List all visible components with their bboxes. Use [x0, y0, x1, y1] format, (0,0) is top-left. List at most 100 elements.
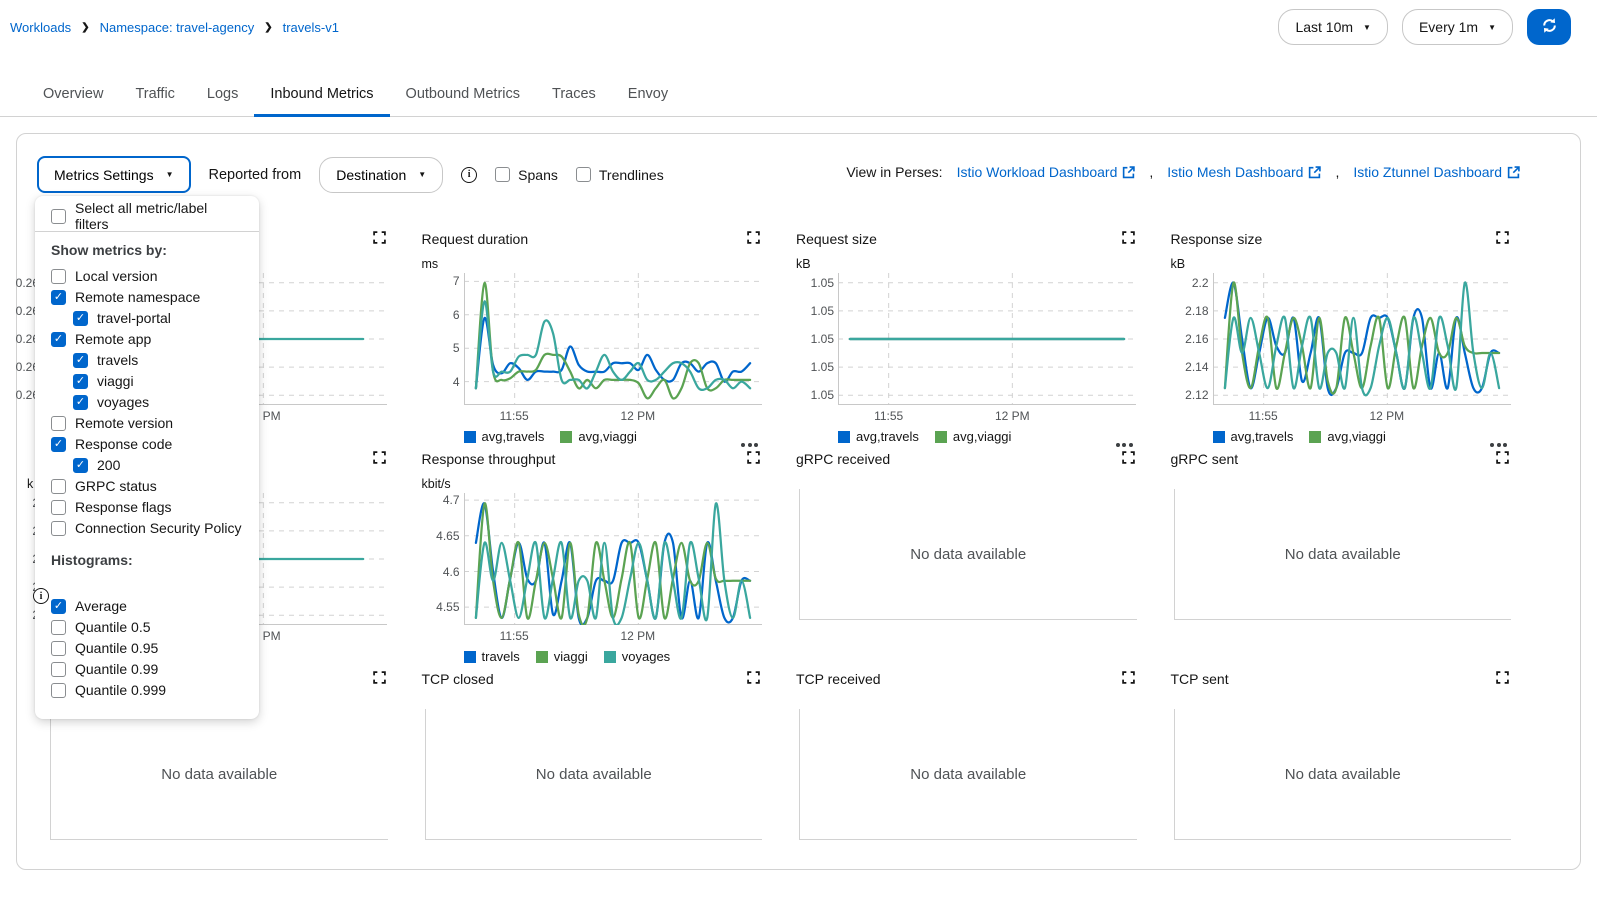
metrics-toolbar: Metrics Settings ▼ Reported from Destina…: [37, 156, 664, 193]
expand-icon[interactable]: [1496, 671, 1509, 689]
expand-icon[interactable]: [1122, 671, 1135, 689]
breadcrumb-link[interactable]: Namespace: travel-agency: [100, 20, 255, 35]
legend-overflow-kebab[interactable]: [741, 443, 758, 447]
checkbox-unchecked: [495, 167, 510, 182]
chart-panel-grpc-received: gRPC receivedNo data available: [796, 449, 1137, 669]
breadcrumb-link[interactable]: Workloads: [10, 20, 71, 35]
expand-icon[interactable]: [373, 231, 386, 249]
breadcrumb-link[interactable]: travels-v1: [283, 20, 339, 35]
view-in-perses: View in Perses: Istio Workload Dashboard…: [846, 164, 1520, 180]
separator: ,: [1149, 164, 1153, 180]
legend-overflow-kebab[interactable]: [1490, 443, 1507, 447]
checkbox-checked: ✓: [51, 290, 66, 305]
duration-dropdown[interactable]: Last 10m ▼: [1278, 9, 1388, 45]
legend-label: avg,viaggi: [1327, 429, 1386, 444]
menu-item-connection-security-policy[interactable]: Connection Security Policy: [35, 520, 259, 536]
plot-area: 765411:5512 PM: [422, 273, 763, 423]
legend-item-avg-travels[interactable]: avg,travels: [838, 429, 919, 444]
expand-icon[interactable]: [1496, 451, 1509, 469]
y-tick-label: 4.65: [436, 529, 459, 543]
legend-item-avg-viaggi[interactable]: avg,viaggi: [560, 429, 637, 444]
menu-item-response-flags[interactable]: Response flags: [35, 499, 259, 515]
refresh-button[interactable]: [1527, 9, 1571, 45]
metrics-settings-dropdown[interactable]: Metrics Settings ▼: [37, 156, 191, 193]
menu-item-voyages[interactable]: ✓voyages: [35, 394, 259, 410]
expand-icon[interactable]: [373, 451, 386, 469]
reporter-dropdown[interactable]: Destination ▼: [319, 157, 443, 193]
chart-title: TCP sent: [1171, 671, 1229, 687]
breadcrumb: Workloads❯Namespace: travel-agency❯trave…: [10, 20, 339, 35]
checkbox-unchecked: [51, 479, 66, 494]
expand-icon[interactable]: [373, 671, 386, 689]
checkbox-checked: ✓: [73, 458, 88, 473]
menu-item-label: Quantile 0.999: [75, 682, 166, 698]
perses-dashboard-link[interactable]: Istio Mesh Dashboard: [1167, 164, 1321, 180]
info-icon[interactable]: i: [461, 167, 477, 183]
checkbox-unchecked: [51, 209, 66, 224]
menu-item-quantile-0-95[interactable]: Quantile 0.95: [35, 640, 259, 656]
menu-item-local-version[interactable]: Local version: [35, 268, 259, 284]
menu-item-viaggi[interactable]: ✓viaggi: [35, 373, 259, 389]
menu-item-label: Remote app: [75, 331, 151, 347]
menu-item-remote-app[interactable]: ✓ Remote app: [35, 331, 259, 347]
no-data-message: No data available: [536, 766, 652, 783]
legend-item-avg-viaggi[interactable]: avg,viaggi: [935, 429, 1012, 444]
expand-icon[interactable]: [747, 231, 760, 249]
menu-item-label: Select all metric/label filters: [75, 200, 243, 232]
tab-inbound-metrics[interactable]: Inbound Metrics: [254, 78, 389, 116]
expand-icon[interactable]: [1496, 231, 1509, 249]
menu-item-travel-portal[interactable]: ✓travel-portal: [35, 310, 259, 326]
no-data-message: No data available: [161, 766, 277, 783]
chevron-down-icon: ▼: [1488, 23, 1496, 32]
breadcrumb-chevron-icon: ❯: [264, 22, 272, 33]
expand-icon[interactable]: [747, 671, 760, 689]
menu-item-remote-version[interactable]: Remote version: [35, 415, 259, 431]
tab-logs[interactable]: Logs: [191, 78, 254, 116]
checkbox-checked: ✓: [51, 332, 66, 347]
chevron-down-icon: ▼: [1363, 23, 1371, 32]
legend-item-avg-travels[interactable]: avg,travels: [1213, 429, 1294, 444]
tab-overview[interactable]: Overview: [27, 78, 119, 116]
chart-title: Response throughput: [422, 451, 556, 467]
refresh-interval-dropdown[interactable]: Every 1m ▼: [1402, 9, 1513, 45]
menu-item-travels[interactable]: ✓travels: [35, 352, 259, 368]
checkbox-checked: ✓: [73, 311, 88, 326]
expand-icon[interactable]: [1122, 451, 1135, 469]
menu-item-200[interactable]: ✓200: [35, 457, 259, 473]
tab-outbound-metrics[interactable]: Outbound Metrics: [390, 78, 536, 116]
legend-item-voyages[interactable]: voyages: [604, 649, 670, 664]
legend-label: voyages: [622, 649, 670, 664]
menu-item-quantile-0-99[interactable]: Quantile 0.99: [35, 661, 259, 677]
menu-item-average[interactable]: ✓Average: [35, 598, 259, 614]
y-tick-label: 7: [453, 274, 460, 288]
legend-overflow-kebab[interactable]: [1116, 443, 1133, 447]
menu-item-grpc-status[interactable]: GRPC status: [35, 478, 259, 494]
menu-item-select-all[interactable]: Select all metric/label filters: [35, 208, 259, 224]
chart-svg: [1213, 273, 1511, 405]
expand-icon[interactable]: [747, 451, 760, 469]
x-tick-label: 11:55: [874, 409, 903, 423]
legend-item-travels[interactable]: travels: [464, 649, 520, 664]
y-axis-labels: 2.22.182.162.142.12: [1171, 273, 1209, 405]
panel-head: TCP closed: [422, 669, 763, 697]
menu-item-label: Quantile 0.99: [75, 661, 158, 677]
menu-item-quantile-0-5[interactable]: Quantile 0.5: [35, 619, 259, 635]
menu-item-response-code[interactable]: ✓Response code: [35, 436, 259, 452]
spans-checkbox[interactable]: Spans: [495, 167, 558, 183]
chart-legend: avg,travels avg,viaggi: [464, 429, 763, 444]
legend-item-avg-viaggi[interactable]: avg,viaggi: [1309, 429, 1386, 444]
legend-item-avg-travels[interactable]: avg,travels: [464, 429, 545, 444]
tab-traffic[interactable]: Traffic: [119, 78, 190, 116]
legend-item-viaggi[interactable]: viaggi: [536, 649, 588, 664]
trendlines-checkbox[interactable]: Trendlines: [576, 167, 664, 183]
y-axis-unit: kB: [796, 257, 1137, 273]
menu-item-remote-namespace[interactable]: ✓Remote namespace: [35, 289, 259, 305]
tab-traces[interactable]: Traces: [536, 78, 612, 116]
histograms-info-icon[interactable]: i: [33, 588, 49, 604]
menu-item-quantile-0-999[interactable]: Quantile 0.999: [35, 682, 259, 698]
tab-envoy[interactable]: Envoy: [612, 78, 684, 116]
expand-icon[interactable]: [1122, 231, 1135, 249]
y-tick-label: 2.14: [1185, 360, 1208, 374]
perses-dashboard-link[interactable]: Istio Workload Dashboard: [957, 164, 1136, 180]
perses-dashboard-link[interactable]: Istio Ztunnel Dashboard: [1353, 164, 1520, 180]
